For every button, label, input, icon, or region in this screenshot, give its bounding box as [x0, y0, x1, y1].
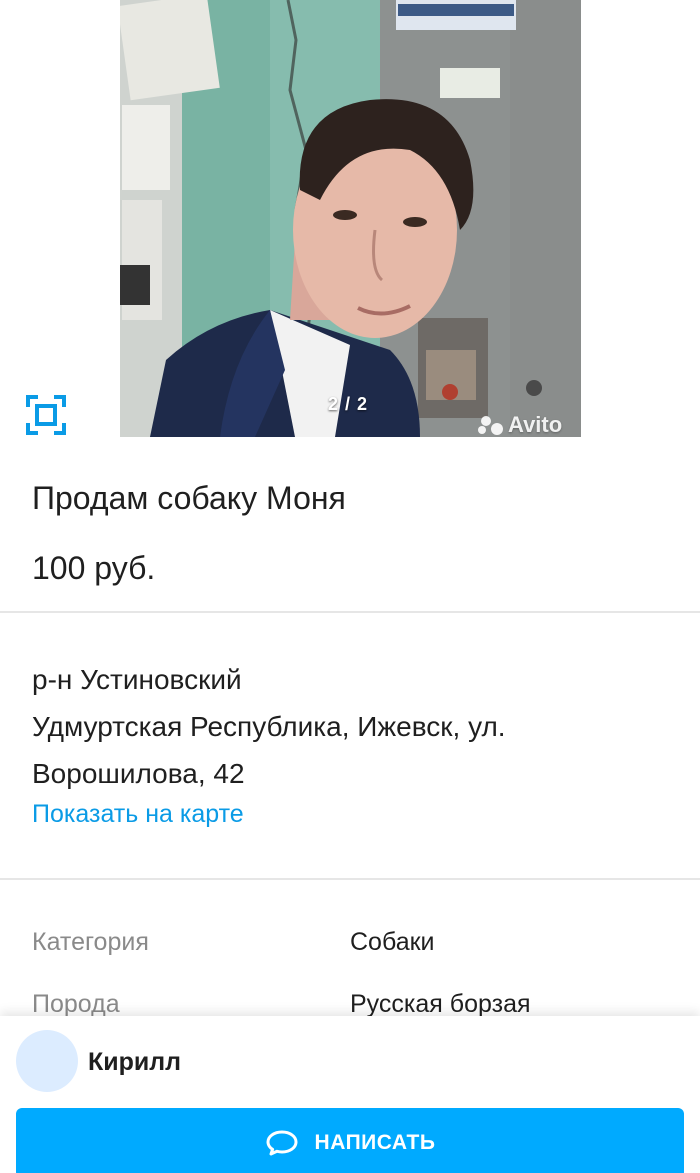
param-value: Собаки: [350, 928, 435, 956]
watermark-text: Avito: [508, 412, 563, 437]
listing-price: 100 руб.: [32, 550, 156, 586]
photo-gallery[interactable]: 2 / 2 Avito: [0, 0, 700, 437]
fullscreen-icon: [26, 395, 66, 435]
district: р-н Устиновский: [32, 664, 242, 695]
avito-logo-icon: [478, 414, 504, 436]
avito-watermark: Avito: [478, 412, 562, 438]
fullscreen-button[interactable]: [24, 393, 68, 437]
param-value: Русская борзая: [350, 990, 531, 1018]
address-line-2: Ворошилова, 42: [32, 758, 245, 789]
write-message-button[interactable]: НАПИСАТЬ: [16, 1108, 684, 1173]
listing-title: Продам собаку Моня: [32, 480, 346, 516]
photo-counter: 2 / 2: [328, 394, 369, 414]
contact-bar: Кирилл НАПИСАТЬ: [0, 1016, 700, 1173]
chat-bubble-icon: [266, 1130, 298, 1156]
address-block: р-н Устиновский Удмуртская Республика, И…: [32, 656, 672, 797]
listing-photo[interactable]: [120, 0, 581, 437]
param-name: Категория: [32, 928, 149, 956]
divider: [0, 878, 700, 880]
address-line-1: Удмуртская Республика, Ижевск, ул.: [32, 711, 506, 742]
param-name: Порода: [32, 990, 120, 1018]
param-row-category: Категория Собаки: [32, 922, 672, 984]
seller-avatar[interactable]: [16, 1030, 78, 1092]
divider: [0, 611, 700, 613]
show-on-map-link[interactable]: Показать на карте: [32, 800, 244, 829]
seller-name[interactable]: Кирилл: [88, 1048, 181, 1077]
write-button-label: НАПИСАТЬ: [314, 1131, 436, 1154]
listing-page: 2 / 2 Avito Продам собаку Моня 100 руб. …: [0, 0, 700, 1173]
